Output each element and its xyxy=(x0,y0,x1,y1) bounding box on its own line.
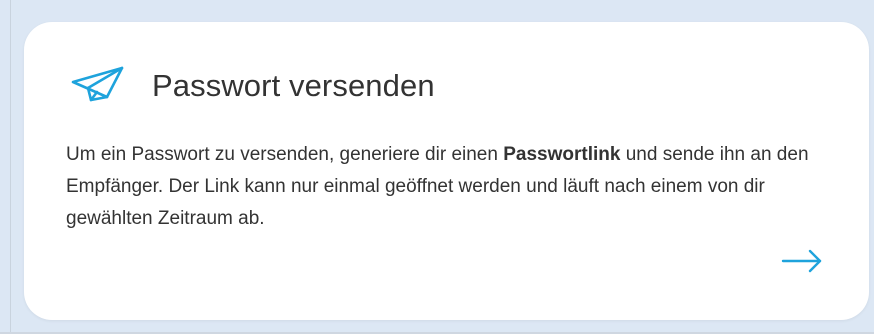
description-text-start: Um ein Passwort zu versenden, generiere … xyxy=(66,144,504,165)
left-border xyxy=(10,0,11,334)
card-header: Passwort versenden xyxy=(70,64,435,108)
arrow-right-icon[interactable] xyxy=(780,248,824,274)
send-password-card[interactable]: Passwort versenden Um ein Passwort zu ve… xyxy=(24,22,869,320)
paper-plane-icon xyxy=(70,64,126,108)
card-description: Um ein Passwort zu versenden, generiere … xyxy=(66,139,826,235)
card-title: Passwort versenden xyxy=(152,68,435,103)
description-highlight: Passwortlink xyxy=(503,144,621,165)
